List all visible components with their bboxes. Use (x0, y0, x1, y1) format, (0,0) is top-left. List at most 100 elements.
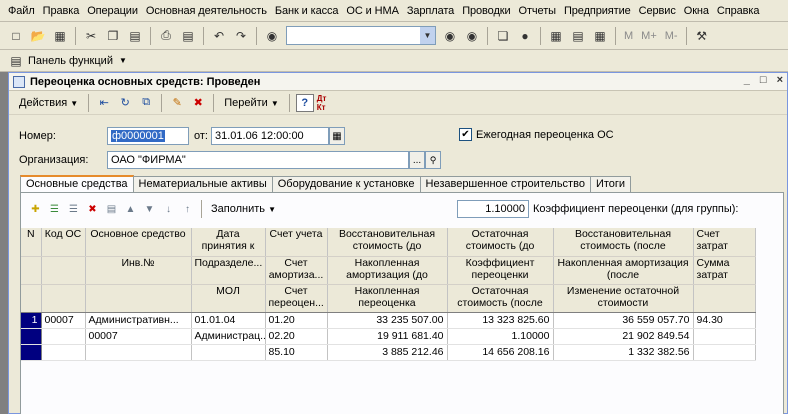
copy-doc-icon[interactable]: ⧉ (137, 94, 155, 112)
edit-row-icon[interactable]: ☰ (65, 201, 82, 218)
table-cell[interactable]: 36 559 057.70 (553, 312, 694, 329)
find-next-icon[interactable]: ◉ (440, 26, 460, 46)
column-header[interactable]: Накопленная амортизация (после (553, 256, 694, 285)
column-header[interactable]: Сумма затрат (693, 256, 756, 285)
table-cell[interactable] (693, 344, 756, 361)
copy-row-icon[interactable]: ☰ (46, 201, 63, 218)
print-icon[interactable]: ⎙ (156, 26, 176, 46)
table-cell[interactable]: 00007 (85, 328, 192, 345)
memory-plus-button[interactable]: M+ (638, 30, 660, 42)
dt-kt-icon[interactable]: Дт Кт (317, 94, 335, 112)
table-cell[interactable]: 1 (21, 312, 42, 329)
tab-1[interactable]: Нематериальные активы (132, 176, 273, 192)
tab-2[interactable]: Оборудование к установке (271, 176, 421, 192)
table-cell[interactable]: 13 323 825.60 (447, 312, 554, 329)
add-row-icon[interactable]: ✚ (27, 201, 44, 218)
column-header[interactable]: Остаточная стоимость (до (447, 228, 554, 257)
table-row[interactable]: 00007 Администрац... 02.20 19 911 681.40 1.1… (21, 328, 756, 345)
help-button[interactable]: ? (295, 93, 314, 112)
number-field[interactable]: ф0000001 (107, 127, 189, 145)
sort-desc-icon[interactable]: ↑ (179, 201, 196, 218)
sort-asc-icon[interactable]: ↓ (160, 201, 177, 218)
column-header[interactable]: Восстановительная стоимость (до (327, 228, 448, 257)
move-up-icon[interactable]: ▲ (122, 201, 139, 218)
table-cell[interactable]: Административн... (85, 312, 192, 329)
column-header[interactable]: Накопленная переоценка (327, 284, 448, 313)
paste-icon[interactable]: ▤ (125, 26, 145, 46)
menu-item-1[interactable]: Правка (39, 5, 84, 17)
table-cell[interactable]: 1 332 382.56 (553, 344, 694, 361)
table-cell[interactable]: 01.20 (265, 312, 328, 329)
table-cell[interactable] (693, 328, 756, 345)
column-header[interactable]: Накопленная амортизация (до (327, 256, 448, 285)
calendar-icon[interactable]: ▦ (328, 127, 345, 145)
tab-4[interactable]: Итоги (589, 176, 632, 192)
table-cell[interactable]: 3 885 212.46 (327, 344, 448, 361)
column-header[interactable]: Инв.№ (85, 256, 192, 285)
chevron-down-icon[interactable]: ▼ (119, 56, 127, 65)
table-cell[interactable]: 21 902 849.54 (553, 328, 694, 345)
calendar-icon[interactable]: ▤ (568, 26, 588, 46)
column-header[interactable] (693, 284, 756, 313)
undo-icon[interactable]: ↶ (209, 26, 229, 46)
table-cell[interactable] (21, 328, 42, 345)
calculator-icon[interactable]: ▦ (546, 26, 566, 46)
table-cell[interactable]: 02.20 (265, 328, 328, 345)
menu-item-2[interactable]: Операции (83, 5, 142, 17)
menu-item-8[interactable]: Отчеты (515, 5, 560, 17)
end-edit-icon[interactable]: ▤ (103, 201, 120, 218)
table-cell[interactable]: 85.10 (265, 344, 328, 361)
column-header[interactable] (85, 284, 192, 313)
search-combo[interactable]: ▼ (286, 26, 436, 45)
actions-menu-button[interactable]: Действия ▼ (15, 97, 82, 109)
column-header[interactable] (21, 284, 42, 313)
fill-menu-button[interactable]: Заполнить ▼ (207, 203, 280, 215)
menu-item-12[interactable]: Справка (713, 5, 763, 17)
close-button[interactable]: × (777, 74, 783, 86)
column-header[interactable]: Подразделе... (191, 256, 266, 285)
ellipsis-button[interactable]: ... (409, 151, 425, 169)
coef-field[interactable]: 1.10000 (457, 200, 529, 218)
windows-icon[interactable]: ❏ (493, 26, 513, 46)
menu-item-5[interactable]: ОС и НМА (342, 5, 402, 17)
menu-item-9[interactable]: Предприятие (560, 5, 635, 17)
search-icon[interactable]: ⚲ (425, 151, 441, 169)
column-header[interactable]: Восстановительная стоимость (после (553, 228, 694, 257)
panel-functions-label[interactable]: Панель функций (28, 55, 113, 67)
tab-3[interactable]: Незавершенное строительство (419, 176, 591, 192)
table-cell[interactable]: 14 656 208.16 (447, 344, 554, 361)
move-down-icon[interactable]: ▼ (141, 201, 158, 218)
minimize-button[interactable]: _ (744, 74, 750, 86)
refresh-icon[interactable]: ↻ (116, 94, 134, 112)
table-cell[interactable] (41, 328, 86, 345)
column-header[interactable] (41, 284, 86, 313)
column-header[interactable]: Код ОС (41, 228, 86, 257)
redo-icon[interactable]: ↷ (231, 26, 251, 46)
post-icon[interactable]: ✎ (168, 94, 186, 112)
help-1c-icon[interactable]: ● (515, 26, 535, 46)
organization-field[interactable]: ОАО "ФИРМА" (107, 151, 409, 169)
menu-item-4[interactable]: Банк и касса (271, 5, 343, 17)
column-header[interactable]: Счет учета (265, 228, 328, 257)
cut-icon[interactable]: ✂ (81, 26, 101, 46)
find-prev-icon[interactable]: ◉ (462, 26, 482, 46)
table-cell[interactable]: 33 235 507.00 (327, 312, 448, 329)
table-cell[interactable]: 01.01.04 (191, 312, 266, 329)
annual-reval-checkbox[interactable]: ✔ (459, 128, 472, 141)
table-icon[interactable]: ▦ (590, 26, 610, 46)
date-field[interactable]: 31.01.06 12:00:00 (210, 127, 329, 145)
memory-m-button[interactable]: M (621, 30, 636, 42)
table-cell[interactable]: 00007 (41, 312, 86, 329)
menu-item-11[interactable]: Окна (680, 5, 713, 17)
table-row[interactable]: 85.10 3 885 212.46 14 656 208.16 1 332 382.… (21, 344, 756, 361)
open-folder-icon[interactable]: 📂 (28, 26, 48, 46)
save-icon[interactable]: ▦ (50, 26, 70, 46)
memory-minus-button[interactable]: M- (662, 30, 681, 42)
column-header[interactable]: N (21, 228, 42, 257)
binoculars-icon[interactable]: ◉ (262, 26, 282, 46)
menu-item-6[interactable]: Зарплата (403, 5, 458, 17)
unpost-icon[interactable]: ✖ (189, 94, 207, 112)
table-cell[interactable] (41, 344, 86, 361)
table-cell[interactable]: 19 911 681.40 (327, 328, 448, 345)
table-row[interactable]: 1 00007 Административн... 01.01.04 01.20 33 2… (21, 312, 756, 329)
